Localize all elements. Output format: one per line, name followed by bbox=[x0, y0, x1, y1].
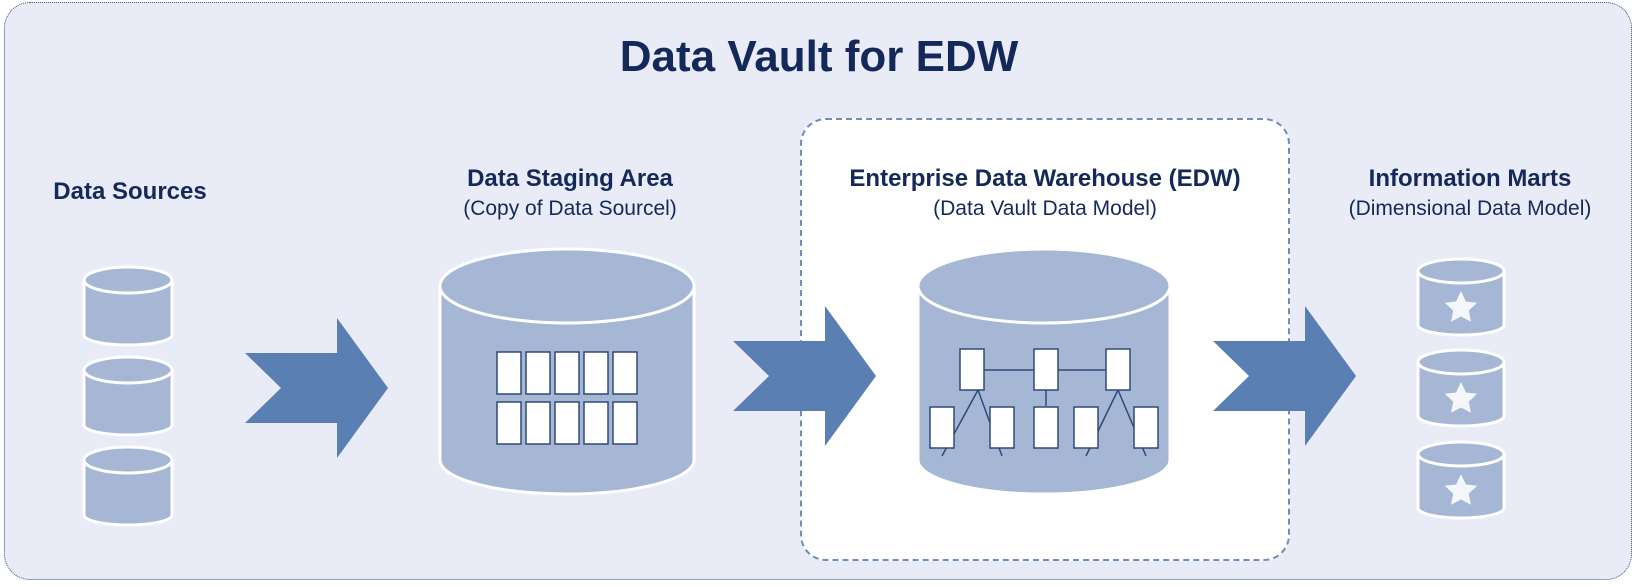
source-database-1-icon bbox=[82, 265, 174, 347]
edw-database-icon bbox=[916, 247, 1172, 496]
mart-database-2-icon bbox=[1416, 348, 1506, 428]
mart-database-3-icon bbox=[1416, 440, 1506, 520]
source-database-2-icon bbox=[82, 355, 174, 437]
diagram-graphics bbox=[82, 247, 1506, 527]
arrow-edw-to-marts-icon bbox=[1213, 306, 1356, 446]
source-database-3-icon bbox=[82, 445, 174, 527]
arrow-staging-to-edw-icon bbox=[733, 306, 876, 446]
arrow-sources-to-staging-icon bbox=[245, 318, 388, 458]
staging-database-icon bbox=[438, 247, 696, 496]
mart-database-1-icon bbox=[1416, 257, 1506, 337]
